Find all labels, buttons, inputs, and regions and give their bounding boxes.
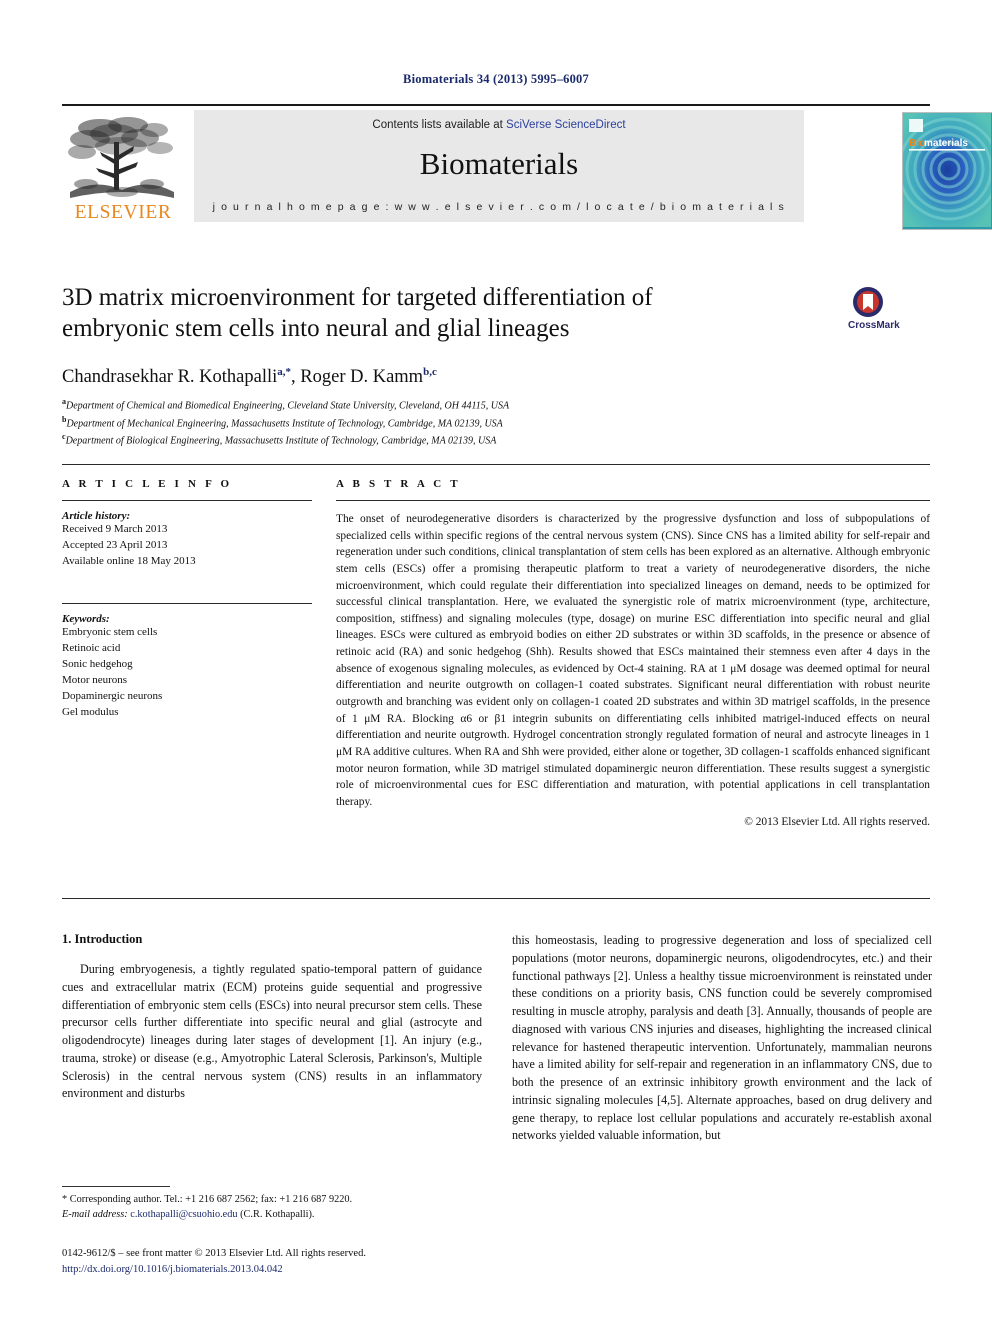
email-label: E-mail address: xyxy=(62,1209,128,1221)
email-note: E-mail address: c.kothapalli@csuohio.edu… xyxy=(62,1207,482,1222)
author-list: Chandrasekhar R. Kothapallia,*, Roger D.… xyxy=(62,366,762,388)
abstract-column: A B S T R A C T The onset of neurodegene… xyxy=(336,478,930,828)
journal-masthead: ELSEVIER Contents lists available at Sci… xyxy=(62,104,992,230)
affiliation-item: bDepartment of Mechanical Engineering, M… xyxy=(62,414,822,432)
elsevier-wordmark: ELSEVIER xyxy=(74,202,172,223)
keyword-item: Retinoic acid xyxy=(62,642,121,655)
email-owner: (C.R. Kothapalli). xyxy=(240,1209,315,1221)
page-title: 3D matrix microenvironment for targeted … xyxy=(62,284,653,342)
footnote-rule xyxy=(62,1186,170,1187)
corresponding-author-note: * Corresponding author. Tel.: +1 216 687… xyxy=(62,1194,353,1205)
author-separator: , xyxy=(291,367,301,388)
journal-cover-thumbnail: Bio materials xyxy=(902,112,992,230)
author-1-affiliation-marks: a,* xyxy=(277,366,292,378)
keyword-item: Gel modulus xyxy=(62,705,119,718)
author-1: Chandrasekhar R. Kothapalli xyxy=(62,367,278,388)
affiliation-item: aDepartment of Chemical and Biomedical E… xyxy=(62,396,822,414)
history-received: Received 9 March 2013 xyxy=(62,523,168,535)
abstract-rule xyxy=(336,500,930,501)
doi-link[interactable]: http://dx.doi.org/10.1016/j.biomaterials… xyxy=(62,1262,522,1278)
abstract-text: The onset of neurodegenerative disorders… xyxy=(336,513,930,808)
info-top-rule xyxy=(62,464,930,465)
abstract-heading: A B S T R A C T xyxy=(336,478,461,490)
history-accepted: Accepted 23 April 2013 xyxy=(62,538,168,551)
affiliation-text: Department of Mechanical Engineering, Ma… xyxy=(66,417,503,429)
affiliation-item: cDepartment of Biological Engineering, M… xyxy=(62,431,822,449)
elsevier-logo: ELSEVIER xyxy=(62,112,184,228)
svg-text:materials: materials xyxy=(924,138,968,149)
author-2-affiliation-marks: b,c xyxy=(423,366,437,378)
article-history-group: Article history: Received 9 March 2013 A… xyxy=(62,510,312,569)
contents-prefix: Contents lists available at xyxy=(372,119,507,131)
contents-list-line: Contents lists available at SciVerse Sci… xyxy=(194,119,804,131)
introduction-heading: 1. Introduction xyxy=(62,932,143,946)
article-history-label: Article history: xyxy=(62,510,131,522)
keywords-rule xyxy=(62,603,312,605)
introduction-paragraph-left: During embryogenesis, a tightly regulate… xyxy=(62,962,482,1101)
svg-text:CrossMark: CrossMark xyxy=(848,320,900,331)
keyword-item: Sonic hedgehog xyxy=(62,658,133,671)
keywords-group: Keywords: Embryonic stem cells Retinoic … xyxy=(62,613,312,720)
affiliations: aDepartment of Chemical and Biomedical E… xyxy=(62,396,822,449)
article-info-column: A R T I C L E I N F O Article history: R… xyxy=(62,478,312,720)
svg-text:Bio: Bio xyxy=(909,138,925,149)
introduction-paragraph-right: this homeostasis, leading to progressive… xyxy=(512,933,932,1143)
paper-page: Biomaterials 34 (2013) 5995–6007 ELSEVIE… xyxy=(0,0,992,1323)
journal-homepage[interactable]: j o u r n a l h o m e p a g e : w w w . … xyxy=(194,201,804,213)
email-link[interactable]: c.kothapalli@csuohio.edu xyxy=(130,1209,237,1220)
imprint-block: 0142-9612/$ – see front matter © 2013 El… xyxy=(62,1246,522,1278)
info-bottom-rule xyxy=(62,898,930,899)
issn-line: 0142-9612/$ – see front matter © 2013 El… xyxy=(62,1248,366,1259)
keyword-item: Motor neurons xyxy=(62,673,128,686)
history-online: Available online 18 May 2013 xyxy=(62,554,196,567)
author-2: Roger D. Kamm xyxy=(300,367,424,388)
keyword-item: Embryonic stem cells xyxy=(62,626,158,639)
article-info-rule xyxy=(62,500,312,501)
affiliation-text: Department of Chemical and Biomedical En… xyxy=(66,400,510,412)
running-head: Biomaterials 34 (2013) 5995–6007 xyxy=(403,72,589,86)
sciencedirect-link[interactable]: SciVerse ScienceDirect xyxy=(506,119,626,131)
body-column-left: 1. Introduction During embryogenesis, a … xyxy=(62,932,482,1103)
abstract-copyright: © 2013 Elsevier Ltd. All rights reserved… xyxy=(744,815,930,828)
affiliation-text: Department of Biological Engineering, Ma… xyxy=(65,435,497,447)
crossmark-badge[interactable]: CrossMark xyxy=(846,282,932,334)
footnote-block: * Corresponding author. Tel.: +1 216 687… xyxy=(62,1192,482,1223)
keyword-item: Dopaminergic neurons xyxy=(62,689,163,702)
journal-title: Biomaterials xyxy=(419,146,579,181)
article-info-heading: A R T I C L E I N F O xyxy=(62,478,233,490)
keywords-label: Keywords: xyxy=(62,613,110,626)
body-column-right: this homeostasis, leading to progressive… xyxy=(512,932,932,1145)
elsevier-tree-icon xyxy=(66,112,178,204)
